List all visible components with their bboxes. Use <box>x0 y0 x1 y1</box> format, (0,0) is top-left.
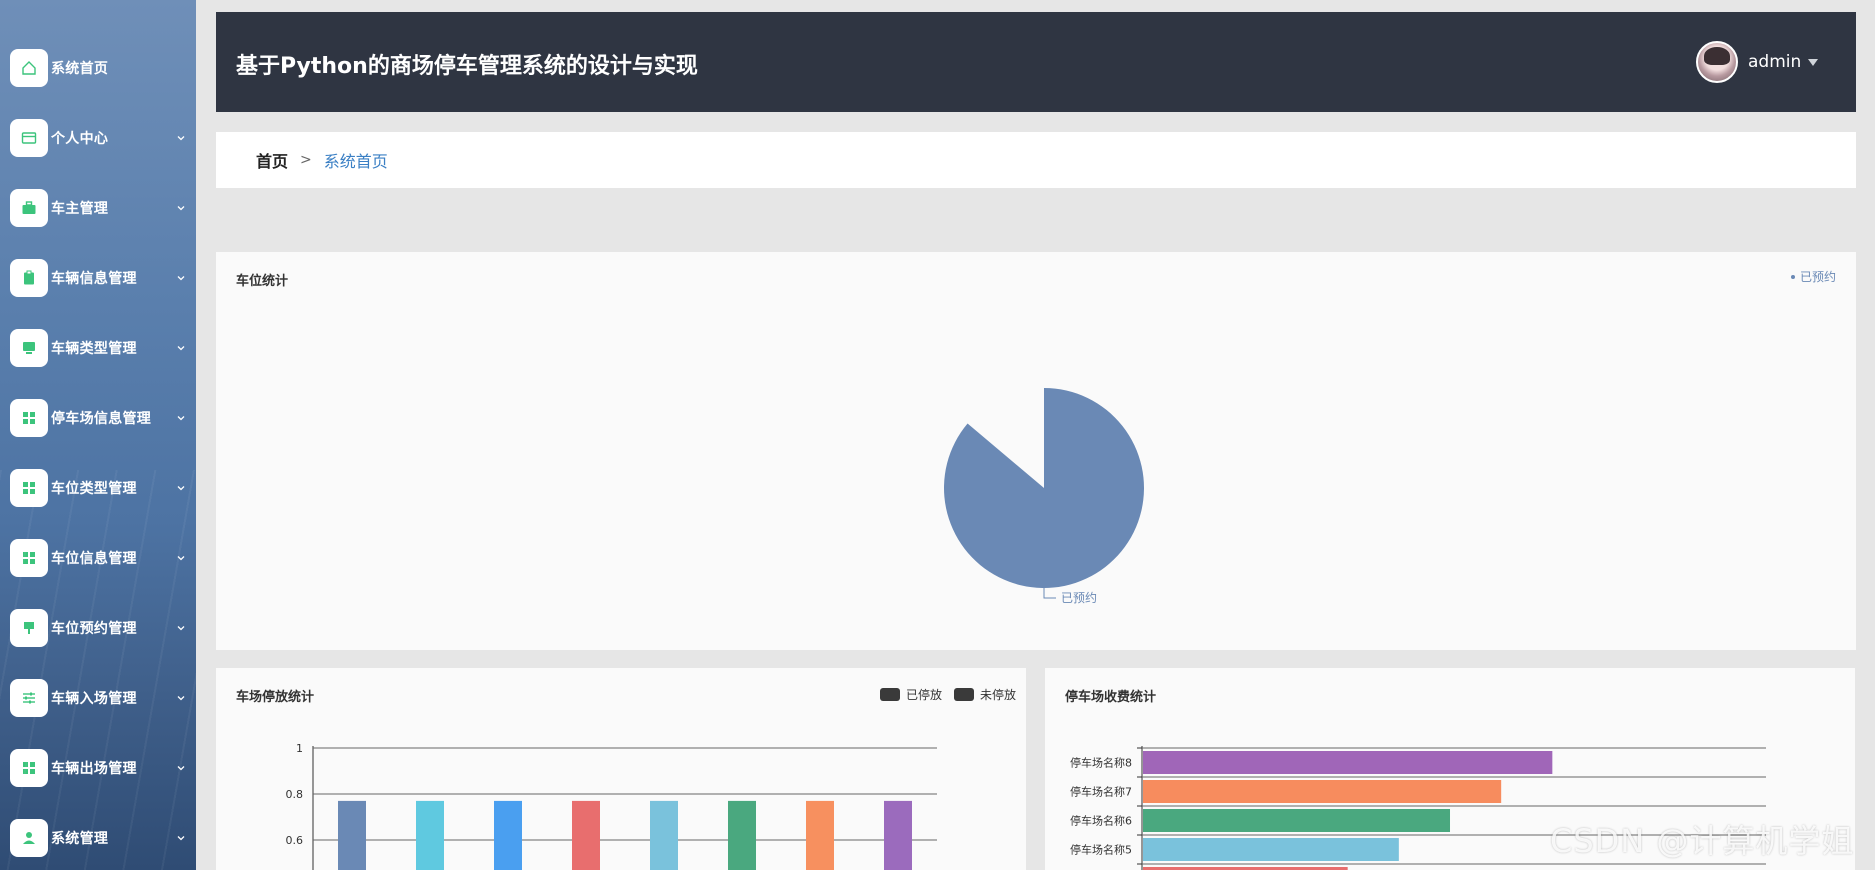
sidebar-item-1[interactable]: 个人中心 <box>0 113 196 163</box>
sidebar: 系统首页个人中心车主管理车辆信息管理 车辆类型管理 停车场信息管理 车位类型管理 车位信… <box>0 0 196 870</box>
sidebar-item-11[interactable]: 系统管理 <box>0 813 196 863</box>
hbar[interactable] <box>1143 809 1451 832</box>
sidebar-item-7[interactable]: 车位信息管理 <box>0 533 196 583</box>
sidebar-item-label: 车主管理 <box>51 201 109 217</box>
chevron-down-icon[interactable] <box>176 133 186 143</box>
sidebar-item-9[interactable]: 车辆入场管理 <box>0 673 196 723</box>
sidebar-item-6[interactable]: 车位类型管理 <box>0 463 196 513</box>
user-icon <box>10 819 48 857</box>
grid-icon <box>10 469 48 507</box>
parking-occupancy-card: 车场停放统计 已停放 未停放 1 0.8 0.6 <box>216 668 1026 870</box>
grid-icon <box>10 749 48 787</box>
pie-slice-label: 已预约 <box>1061 590 1097 605</box>
page-title: 基于Python的商场停车管理系统的设计与实现 <box>236 54 698 79</box>
bar[interactable] <box>728 800 756 870</box>
clipboard-icon <box>10 259 48 297</box>
sidebar-item-2[interactable]: 车主管理 <box>0 183 196 233</box>
chevron-down-icon[interactable] <box>176 693 186 703</box>
sliders-icon <box>10 679 48 717</box>
breadcrumb-home[interactable]: 首页 <box>256 148 288 172</box>
bar[interactable] <box>884 800 912 870</box>
briefcase-icon <box>10 189 48 227</box>
bar[interactable] <box>650 800 678 870</box>
bar[interactable] <box>338 800 366 870</box>
bar[interactable] <box>806 800 834 870</box>
pie-slice[interactable] <box>944 388 1144 588</box>
chevron-down-icon[interactable] <box>176 833 186 843</box>
chevron-down-icon[interactable] <box>176 343 186 353</box>
sidebar-item-label: 车辆类型管理 <box>51 341 137 357</box>
sidebar-item-0[interactable]: 系统首页 <box>0 43 196 93</box>
breadcrumb-current[interactable]: 系统首页 <box>324 148 388 172</box>
category-label: 停车场名称5 <box>1070 843 1132 857</box>
chevron-down-icon[interactable] <box>176 203 186 213</box>
bar[interactable] <box>494 800 522 870</box>
grid-icon <box>10 399 48 437</box>
sidebar-item-8[interactable]: 车位预约管理 <box>0 603 196 653</box>
grid-icon <box>10 539 48 577</box>
sidebar-item-label: 系统首页 <box>51 61 109 77</box>
sidebar-item-4[interactable]: 车辆类型管理 <box>0 323 196 373</box>
watermark: CSDN @计算机学姐 <box>1550 822 1855 860</box>
sidebar-item-label: 系统管理 <box>51 831 109 847</box>
card-icon <box>10 119 48 157</box>
y-tick-label: 1 <box>296 742 303 755</box>
parking-space-stats-card: 车位统计 已预约 已预约 <box>216 252 1856 650</box>
sidebar-item-3[interactable]: 车辆信息管理 <box>0 253 196 303</box>
sidebar-item-label: 车位预约管理 <box>51 621 137 637</box>
home-icon <box>10 49 48 87</box>
sidebar-item-label: 车位信息管理 <box>51 551 137 567</box>
sidebar-item-label: 车辆信息管理 <box>51 271 137 287</box>
y-tick-label: 0.8 <box>286 788 304 801</box>
bar[interactable] <box>572 800 600 870</box>
sidebar-item-5[interactable]: 停车场信息管理 <box>0 393 196 443</box>
bar[interactable] <box>416 800 444 870</box>
hbar[interactable] <box>1143 838 1399 861</box>
y-tick-label: 0.6 <box>286 834 304 847</box>
sidebar-item-label: 车辆出场管理 <box>51 761 137 777</box>
category-label: 停车场名称8 <box>1070 756 1132 770</box>
hbar[interactable] <box>1143 780 1502 803</box>
caret-down-icon[interactable] <box>1808 58 1819 66</box>
sidebar-item-label: 车辆入场管理 <box>51 691 137 707</box>
pie-chart: 已预约 <box>944 388 1144 605</box>
chevron-down-icon[interactable] <box>176 413 186 423</box>
chevron-down-icon[interactable] <box>176 553 186 563</box>
category-label: 停车场名称6 <box>1070 814 1132 828</box>
chevron-down-icon[interactable] <box>176 483 186 493</box>
monitor-icon <box>10 329 48 367</box>
chevron-down-icon[interactable] <box>176 273 186 283</box>
breadcrumb-separator: > <box>300 152 312 168</box>
breadcrumb: 首页 > 系统首页 <box>216 132 1856 188</box>
bar-chart: 1 0.8 0.6 <box>286 742 937 870</box>
chevron-down-icon[interactable] <box>176 763 186 773</box>
sidebar-item-10[interactable]: 车辆出场管理 <box>0 743 196 793</box>
user-menu[interactable]: admin <box>1696 40 1819 84</box>
hbar[interactable] <box>1143 751 1553 774</box>
sidebar-item-label: 个人中心 <box>51 131 109 147</box>
pin-icon <box>10 609 48 647</box>
category-label: 停车场名称7 <box>1070 785 1132 799</box>
sidebar-item-label: 停车场信息管理 <box>51 411 152 427</box>
sidebar-item-label: 车位类型管理 <box>51 481 137 497</box>
chevron-down-icon[interactable] <box>176 623 186 633</box>
top-header: 基于Python的商场停车管理系统的设计与实现 admin <box>216 12 1856 112</box>
avatar[interactable] <box>1696 41 1738 83</box>
username[interactable]: admin <box>1748 52 1801 72</box>
